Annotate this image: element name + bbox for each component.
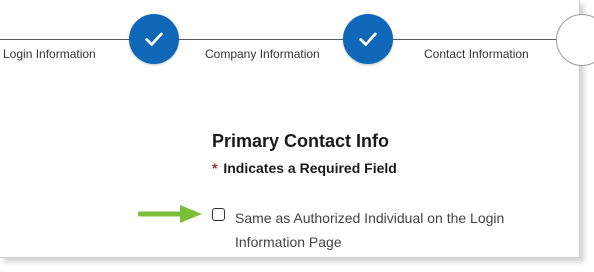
step-1-complete[interactable] (129, 14, 179, 64)
check-icon (145, 32, 163, 46)
same-as-authorized-label[interactable]: Same as Authorized Individual on the Log… (235, 206, 535, 254)
required-field-text: Indicates a Required Field (223, 160, 397, 176)
same-as-authorized-checkbox[interactable] (212, 208, 225, 221)
page-title: Primary Contact Info (212, 131, 390, 151)
required-field-note: * Indicates a Required Field (212, 160, 397, 176)
stepper-line (0, 39, 594, 40)
step-label-company-information: Company Information (205, 47, 320, 61)
step-label-login-information: Login Information (3, 47, 96, 61)
step-2-complete[interactable] (343, 14, 393, 64)
step-label-contact-information: Contact Information (424, 47, 529, 61)
required-asterisk: * (212, 160, 218, 176)
arrow-right-icon (138, 205, 202, 223)
check-icon (359, 32, 377, 46)
